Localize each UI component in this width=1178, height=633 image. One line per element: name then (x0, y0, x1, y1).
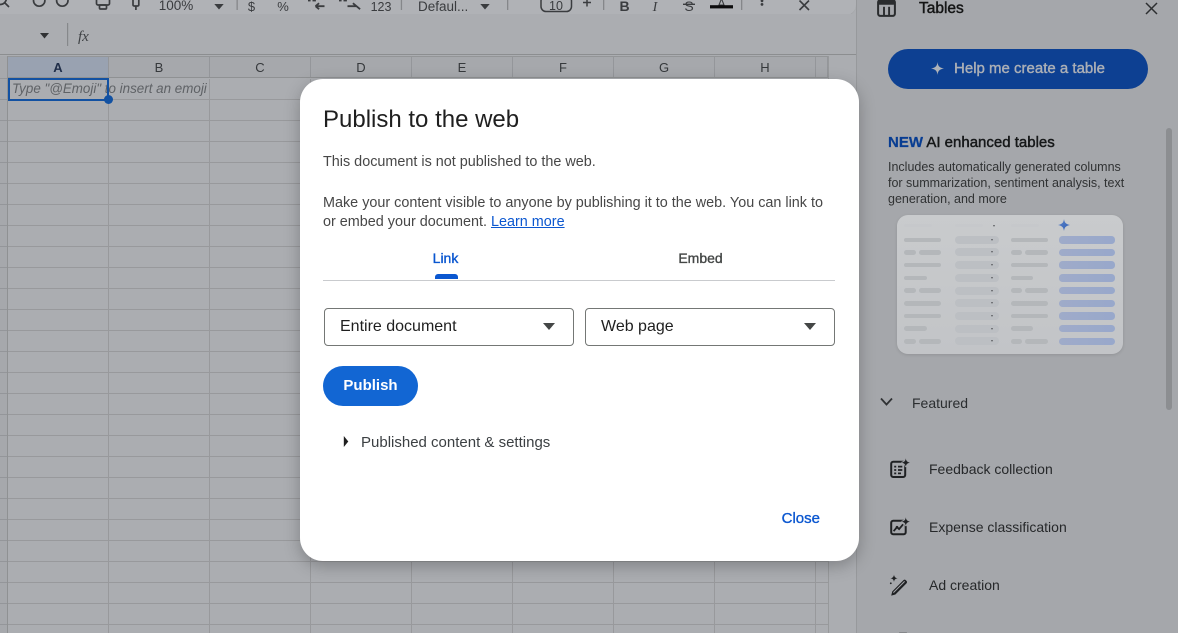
svg-text:100%: 100% (159, 0, 194, 13)
svg-text:fx: fx (78, 29, 89, 45)
svg-text:123: 123 (371, 0, 392, 14)
svg-text:$: $ (248, 0, 256, 14)
svg-text:S: S (684, 0, 693, 14)
svg-text:%: % (277, 0, 289, 14)
svg-text:I: I (652, 0, 659, 15)
svg-text:Defaul...: Defaul... (418, 0, 468, 14)
svg-text:B: B (619, 0, 629, 14)
svg-text:10: 10 (549, 0, 563, 13)
